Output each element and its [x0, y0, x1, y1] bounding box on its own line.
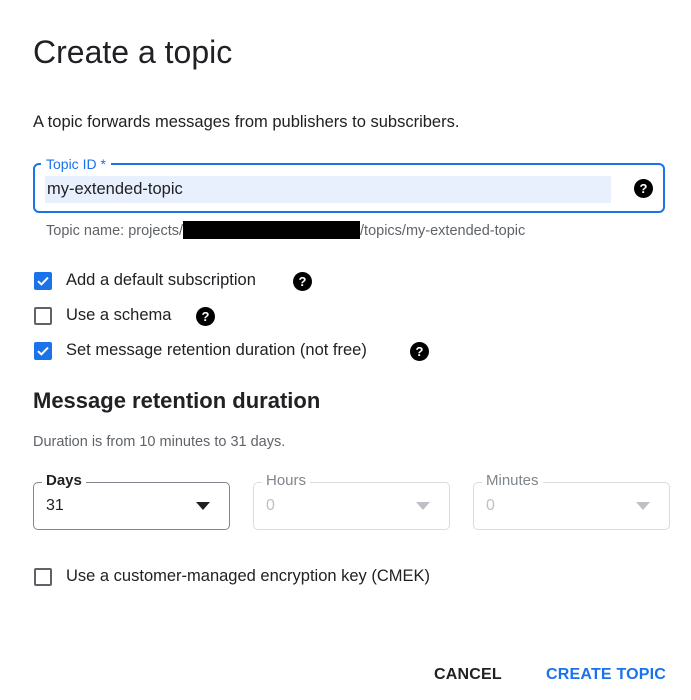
create-topic-button[interactable]: CREATE TOPIC [546, 666, 666, 684]
message-retention-label[interactable]: Set message retention duration (not free… [66, 341, 367, 360]
topic-name-helper: Topic name: projects/ /topics/my-extended… [46, 221, 525, 239]
retention-section-title: Message retention duration [33, 388, 321, 413]
message-retention-checkbox[interactable] [34, 342, 52, 360]
chevron-down-icon [416, 502, 430, 510]
cmek-label[interactable]: Use a customer-managed encryption key (C… [66, 567, 430, 586]
cmek-checkbox[interactable] [34, 568, 52, 586]
days-value: 31 [46, 497, 64, 514]
help-circle-icon[interactable]: ? [196, 307, 215, 326]
topic-id-input[interactable] [45, 176, 607, 203]
help-circle-icon[interactable]: ? [293, 272, 312, 291]
help-circle-icon[interactable]: ? [634, 179, 653, 198]
minutes-label: Minutes [482, 473, 543, 489]
chevron-down-icon [636, 502, 650, 510]
hours-label: Hours [262, 473, 311, 489]
cancel-button[interactable]: CANCEL [434, 666, 502, 684]
topic-name-suffix: /topics/my-extended-topic [360, 223, 526, 239]
help-circle-icon[interactable]: ? [410, 342, 429, 361]
default-subscription-checkbox[interactable] [34, 272, 52, 290]
use-schema-label[interactable]: Use a schema [66, 306, 171, 325]
dialog-description: A topic forwards messages from publisher… [33, 113, 460, 131]
redacted-project-id [183, 221, 361, 239]
chevron-down-icon[interactable] [196, 502, 210, 510]
hours-value: 0 [266, 497, 275, 514]
use-schema-checkbox[interactable] [34, 307, 52, 325]
topic-id-label: Topic ID * [41, 156, 111, 172]
retention-section-description: Duration is from 10 minutes to 31 days. [33, 434, 286, 450]
days-label: Days [42, 473, 86, 489]
topic-name-prefix: Topic name: projects/ [46, 223, 184, 239]
dialog-title: Create a topic [33, 34, 233, 70]
default-subscription-label[interactable]: Add a default subscription [66, 271, 256, 290]
minutes-value: 0 [486, 497, 495, 514]
